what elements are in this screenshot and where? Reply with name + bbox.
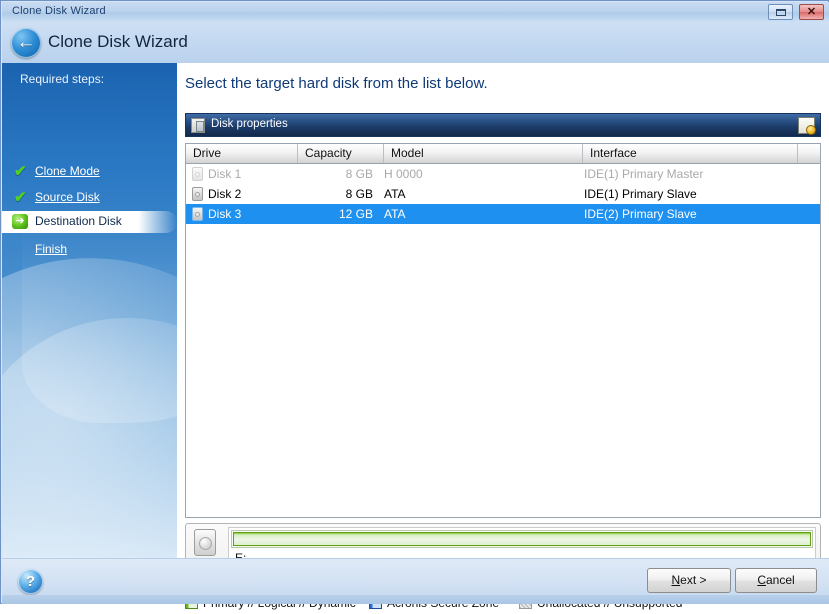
- arrow-icon: [12, 214, 28, 229]
- column-header-capacity[interactable]: Capacity: [298, 144, 384, 163]
- back-button[interactable]: ←: [11, 28, 41, 58]
- help-button[interactable]: [18, 569, 43, 594]
- disk-properties-label: Disk properties: [211, 118, 288, 130]
- cell-model: H 0000: [384, 167, 423, 181]
- table-row[interactable]: Disk 3 12 GB ATA IDE(2) Primary Slave: [186, 204, 820, 224]
- table-row[interactable]: Disk 1 8 GB H 0000 IDE(1) Primary Master: [186, 164, 820, 184]
- sidebar-item-label: Source Disk: [35, 190, 100, 204]
- column-header-drive[interactable]: Drive: [186, 144, 298, 163]
- sidebar-item-destination-disk[interactable]: Destination Disk: [2, 211, 177, 233]
- cell-capacity: 8 GB: [345, 167, 373, 181]
- sidebar-item-label: Clone Mode: [35, 164, 100, 178]
- sidebar-item-label: Destination Disk: [35, 214, 122, 228]
- table-row[interactable]: Disk 2 8 GB ATA IDE(1) Primary Slave: [186, 184, 820, 204]
- wizard-header: ← Clone Disk Wizard: [2, 22, 829, 63]
- close-icon: ✕: [806, 6, 817, 18]
- column-header-interface[interactable]: Interface: [583, 144, 798, 163]
- cell-interface: IDE(1) Primary Slave: [584, 187, 697, 201]
- table-header-row: Drive Capacity Model Interface: [186, 144, 820, 164]
- window-bottom-strip: [2, 595, 829, 604]
- restore-button[interactable]: [768, 4, 793, 20]
- check-icon: ✔: [14, 189, 27, 206]
- disk-icon: [192, 187, 203, 201]
- cell-interface: IDE(1) Primary Master: [584, 167, 704, 181]
- cancel-button[interactable]: Cancel: [735, 568, 817, 593]
- sidebar-item-clone-mode[interactable]: ✔ Clone Mode: [2, 161, 177, 183]
- window-title: Clone Disk Wizard: [12, 5, 106, 17]
- disk-icon: [192, 167, 203, 181]
- disk-icon: [194, 529, 216, 556]
- next-button-mnemonic: N: [671, 573, 681, 587]
- restore-icon: [776, 9, 786, 16]
- disk-properties-bar[interactable]: Disk properties: [185, 113, 821, 137]
- next-button[interactable]: Next >: [647, 568, 731, 593]
- steps-sidebar: Required steps: ✔ Clone Mode ✔ Source Di…: [2, 63, 177, 558]
- title-bar: Clone Disk Wizard ✕: [2, 2, 829, 23]
- back-arrow-icon: ←: [16, 32, 36, 53]
- disk-properties-icon: [191, 118, 205, 133]
- next-button-label: ext >: [680, 573, 707, 587]
- cell-drive: Disk 1: [208, 167, 242, 181]
- column-header-spacer: [798, 144, 820, 163]
- required-steps-label: Required steps:: [20, 72, 105, 86]
- cell-drive: Disk 3: [208, 207, 242, 221]
- cell-drive: Disk 2: [208, 187, 242, 201]
- check-icon: ✔: [14, 163, 27, 180]
- clone-disk-wizard-window: Clone Disk Wizard ✕ ← Clone Disk Wizard …: [0, 0, 829, 610]
- cancel-button-mnemonic: C: [757, 573, 766, 587]
- cell-interface: IDE(2) Primary Slave: [584, 207, 697, 221]
- main-panel: Select the target hard disk from the lis…: [177, 63, 829, 610]
- close-button[interactable]: ✕: [799, 4, 824, 20]
- disk-icon: [192, 207, 203, 221]
- page-title: Select the target hard disk from the lis…: [185, 75, 488, 92]
- disk-properties-detail-icon[interactable]: [798, 117, 816, 135]
- wizard-title: Clone Disk Wizard: [48, 32, 188, 51]
- cell-capacity: 8 GB: [345, 187, 373, 201]
- sidebar-item-source-disk[interactable]: ✔ Source Disk: [2, 187, 177, 209]
- partition-bar-outer: [231, 530, 813, 548]
- partition-bar-fill: [233, 532, 811, 546]
- sidebar-item-label: Finish: [35, 242, 68, 256]
- disk-table: Drive Capacity Model Interface Disk 1 8 …: [185, 143, 821, 518]
- cancel-button-label: ancel: [765, 573, 795, 587]
- table-body: Disk 1 8 GB H 0000 IDE(1) Primary Master…: [186, 164, 820, 517]
- column-header-model[interactable]: Model: [384, 144, 583, 163]
- sidebar-item-finish[interactable]: Finish: [2, 239, 177, 261]
- cell-model: ATA: [384, 207, 406, 221]
- cell-model: ATA: [384, 187, 406, 201]
- cell-capacity: 12 GB: [338, 207, 373, 221]
